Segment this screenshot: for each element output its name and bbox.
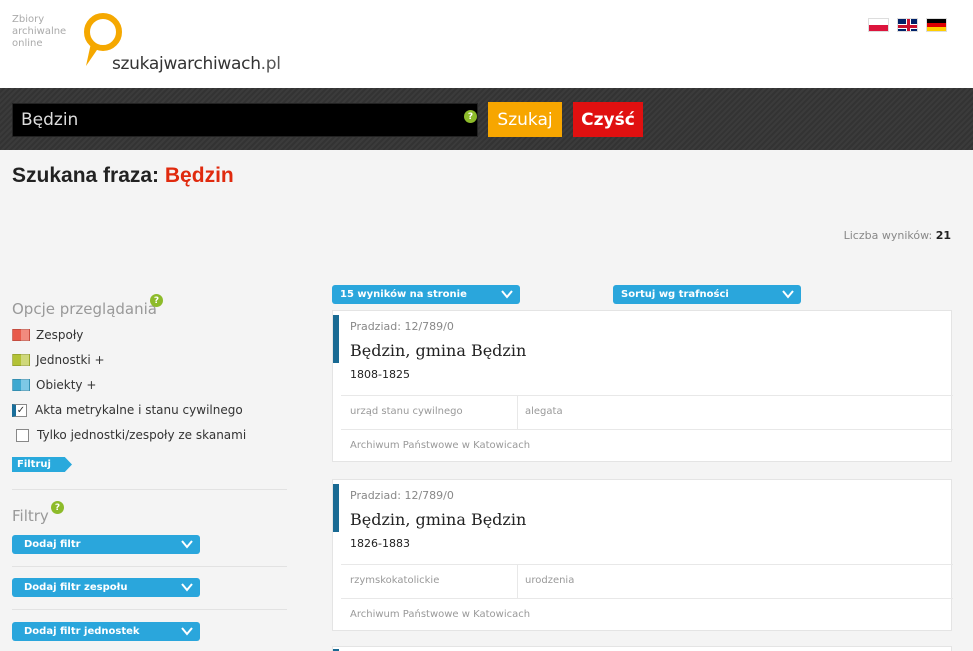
result-signature: Pradziad: 12/789/0 xyxy=(350,320,454,333)
add-units-filter-dropdown[interactable]: Dodaj filtr jednostek xyxy=(12,622,200,641)
result-title-link[interactable]: Będzin, gmina Będzin xyxy=(350,510,526,529)
option-tylko-skany[interactable]: Tylko jednostki/zespoły ze skanami xyxy=(16,428,246,442)
dropdown-label: Dodaj filtr zespołu xyxy=(24,582,128,593)
option-label: Obiekty + xyxy=(36,378,97,392)
result-archive-row: Archiwum Państwowe w Katowicach xyxy=(341,598,953,632)
per-page-dropdown[interactable]: 15 wyników na stronie xyxy=(332,285,520,304)
dropdown-label: Sortuj wg trafności xyxy=(621,289,729,300)
chevron-down-icon xyxy=(181,627,193,636)
results-count: Liczba wyników: 21 xyxy=(844,229,951,242)
result-card-partial[interactable] xyxy=(332,646,952,651)
result-title-link[interactable]: Będzin, gmina Będzin xyxy=(350,341,526,360)
filter-button[interactable]: Filtruj xyxy=(12,457,72,472)
result-archive-row: Archiwum Państwowe w Katowicach xyxy=(341,429,953,463)
search-button[interactable]: Szukaj xyxy=(488,102,562,137)
result-dates: 1826-1883 xyxy=(350,537,410,550)
help-icon[interactable]: ? xyxy=(464,110,477,123)
option-label: Zespoły xyxy=(36,328,84,342)
logo-tagline-line: online xyxy=(12,38,43,49)
phrase-term: Będzin xyxy=(164,164,234,187)
jednostki-swatch-icon xyxy=(12,354,30,366)
dropdown-label: Dodaj filtr xyxy=(24,539,81,550)
result-archive: Archiwum Państwowe w Katowicach xyxy=(350,440,531,451)
option-label: Jednostki + xyxy=(36,353,105,367)
option-jednostki[interactable]: Jednostki + xyxy=(12,353,105,367)
results-count-label: Liczba wyników: xyxy=(843,229,936,242)
result-card[interactable]: Pradziad: 12/789/0 Będzin, gmina Będzin … xyxy=(332,479,953,632)
logo-wordmark[interactable]: szukajwarchiwach.pl xyxy=(112,54,281,74)
search-input[interactable]: Będzin xyxy=(12,103,478,137)
language-switcher xyxy=(868,18,947,32)
clear-button[interactable]: Czyść xyxy=(573,102,643,137)
flag-de-icon[interactable] xyxy=(926,18,947,32)
logo-tagline-line: archiwalne xyxy=(12,26,67,37)
result-meta-row: rzymskokatolickie urodzenia xyxy=(341,564,953,599)
divider xyxy=(12,489,287,490)
logo-tld: .pl xyxy=(260,54,281,74)
option-zespoly[interactable]: Zespoły xyxy=(12,328,83,342)
filters-title: Filtry xyxy=(12,507,49,525)
phrase-label: Szukana fraza: xyxy=(12,164,165,187)
divider xyxy=(12,609,287,610)
chevron-down-icon xyxy=(501,290,513,299)
logo-tagline-line: Zbiory xyxy=(12,14,45,25)
option-akta-metrykalne[interactable]: ✓ Akta metrykalne i stanu cywilnego xyxy=(12,403,243,417)
result-signature: Pradziad: 12/789/0 xyxy=(350,489,454,502)
results-count-value: 21 xyxy=(935,229,951,242)
flag-en-icon[interactable] xyxy=(897,18,918,32)
result-marker xyxy=(333,484,339,532)
add-filter-dropdown[interactable]: Dodaj filtr xyxy=(12,535,200,554)
options-title-text: Opcje przeglądania xyxy=(12,300,157,318)
obiekty-swatch-icon xyxy=(12,379,30,391)
checkbox-checked-icon[interactable]: ✓ xyxy=(12,403,27,417)
options-help-icon[interactable]: ? xyxy=(150,294,163,307)
chevron-down-icon xyxy=(181,540,193,549)
divider xyxy=(517,396,518,430)
chevron-down-icon xyxy=(782,290,794,299)
divider xyxy=(12,566,287,567)
result-marker xyxy=(333,315,339,363)
result-kind: alegata xyxy=(525,406,563,417)
result-archive: Archiwum Państwowe w Katowicach xyxy=(350,609,531,620)
site-header: Zbiory archiwalne online szukajwarchiwac… xyxy=(0,0,973,88)
search-bar: Będzin xyxy=(0,88,973,150)
result-type: urząd stanu cywilnego xyxy=(350,406,463,417)
zespoly-swatch-icon xyxy=(12,329,30,341)
result-kind: urodzenia xyxy=(525,575,575,586)
logo-tagline: Zbiory archiwalne online xyxy=(12,14,66,50)
dropdown-label: 15 wyników na stronie xyxy=(340,289,467,300)
result-type: rzymskokatolickie xyxy=(350,575,440,586)
chevron-down-icon xyxy=(181,583,193,592)
add-fonds-filter-dropdown[interactable]: Dodaj filtr zespołu xyxy=(12,578,200,597)
result-dates: 1808-1825 xyxy=(350,368,410,381)
filters-help-icon[interactable]: ? xyxy=(51,501,64,514)
result-card[interactable]: Pradziad: 12/789/0 Będzin, gmina Będzin … xyxy=(332,310,953,463)
options-title: Opcje przeglądania xyxy=(12,300,157,318)
option-label: Tylko jednostki/zespoły ze skanami xyxy=(37,428,247,442)
divider xyxy=(517,565,518,599)
logo-name: szukajwarchiwach xyxy=(112,54,261,74)
page-title: Szukana fraza: Będzin xyxy=(12,164,234,188)
sort-dropdown[interactable]: Sortuj wg trafności xyxy=(613,285,801,304)
option-label: Akta metrykalne i stanu cywilnego xyxy=(35,403,243,417)
result-meta-row: urząd stanu cywilnego alegata xyxy=(341,395,953,430)
checkbox-unchecked-icon[interactable] xyxy=(16,428,29,442)
flag-pl-icon[interactable] xyxy=(868,18,889,32)
dropdown-label: Dodaj filtr jednostek xyxy=(24,626,140,637)
filters-title-text: Filtry xyxy=(12,507,49,525)
option-obiekty[interactable]: Obiekty + xyxy=(12,378,96,392)
